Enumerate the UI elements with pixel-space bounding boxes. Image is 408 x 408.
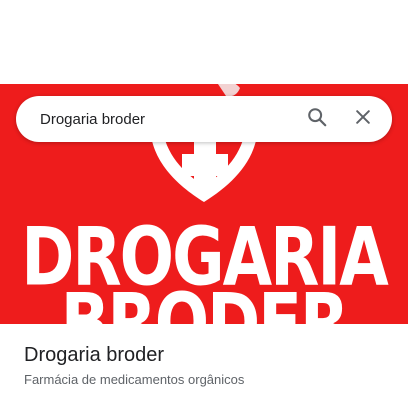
search-icon (306, 106, 328, 133)
place-title: Drogaria broder (24, 344, 165, 366)
search-button[interactable] (294, 96, 340, 142)
clear-search-button[interactable] (340, 96, 386, 142)
close-icon (353, 107, 373, 132)
logo-text-line-2: BRODER (60, 277, 350, 324)
place-info-card[interactable]: Drogaria broder Farmácia de medicamentos… (0, 324, 408, 408)
search-input[interactable]: Drogaria broder (16, 111, 294, 128)
search-bar[interactable]: Drogaria broder (16, 96, 392, 142)
place-category: Farmácia de medicamentos orgânicos (24, 372, 245, 387)
